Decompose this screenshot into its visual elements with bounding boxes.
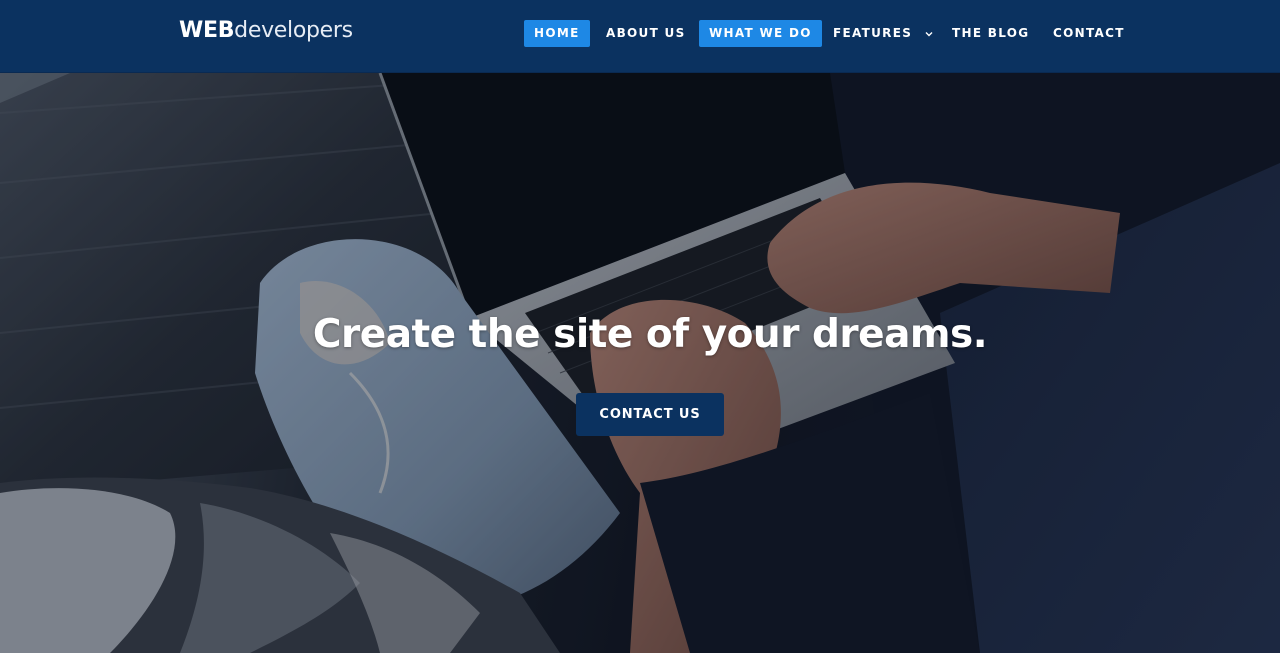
nav-item-contact[interactable]: CONTACT xyxy=(1053,20,1125,47)
nav-item-what-we-do[interactable]: WHAT WE DO xyxy=(699,20,822,47)
nav-item-label: THE BLOG xyxy=(952,26,1030,40)
nav-item-label: HOME xyxy=(534,26,580,40)
nav-item-the-blog[interactable]: THE BLOG xyxy=(952,20,1029,47)
nav-item-label: WHAT WE DO xyxy=(709,26,812,40)
nav-item-label: FEATURES xyxy=(833,26,913,40)
logo-strong-text: WEB xyxy=(179,18,235,43)
logo-light-text: developers xyxy=(234,18,353,43)
hero-title: Create the site of your dreams. xyxy=(312,312,988,357)
nav-item-features[interactable]: FEATURES xyxy=(833,20,933,47)
site-logo[interactable]: WEBdevelopers xyxy=(179,17,353,45)
nav-item-about-us[interactable]: ABOUT US xyxy=(606,20,686,47)
chevron-down-icon xyxy=(925,20,933,47)
nav-item-label: CONTACT xyxy=(1053,26,1125,40)
hero-section: Create the site of your dreams. CONTACT … xyxy=(0,73,1280,653)
contact-us-button[interactable]: CONTACT US xyxy=(576,393,724,436)
nav-item-home[interactable]: HOME xyxy=(524,20,590,47)
nav-item-label: ABOUT US xyxy=(606,26,686,40)
hero-dark-overlay xyxy=(0,73,1280,653)
site-header: WEBdevelopers HOME ABOUT US WHAT WE DO F… xyxy=(0,0,1280,73)
